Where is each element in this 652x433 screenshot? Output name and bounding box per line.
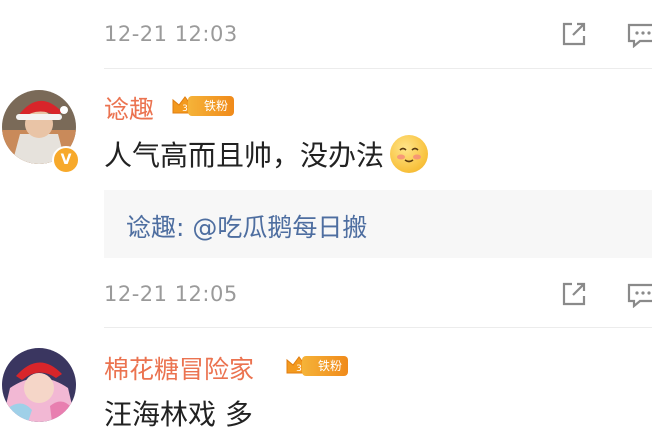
comment-icon <box>627 23 652 48</box>
fan-badge: 3 铁粉 <box>170 93 235 119</box>
comment-icon <box>627 283 652 308</box>
comment-body: 人气高而且帅，没办法 <box>104 134 429 174</box>
reply-quote-box[interactable]: 谂趣: @吃瓜鹅每日搬 <box>104 190 652 258</box>
share-button[interactable] <box>560 280 588 308</box>
divider <box>104 68 652 69</box>
blush-emoji-icon <box>390 135 429 173</box>
avatar-image <box>2 348 76 422</box>
comment-1: V <box>2 90 82 174</box>
comment-time: 12-21 12:05 <box>104 282 238 306</box>
fan-level: 3 <box>182 104 188 114</box>
avatar[interactable] <box>2 348 76 422</box>
comment-time: 12-21 12:03 <box>104 22 238 46</box>
share-button[interactable] <box>560 20 588 48</box>
comment-text: 人气高而且帅，没办法 <box>104 139 385 172</box>
comment-button[interactable] <box>626 282 652 308</box>
fan-badge-label: 铁粉 <box>302 356 349 376</box>
reply-quote-text[interactable]: 谂趣: @吃瓜鹅每日搬 <box>126 208 367 244</box>
username[interactable]: 谂趣 <box>104 90 154 126</box>
comment-button[interactable] <box>626 22 652 48</box>
comment-text: 汪海林戏 多 <box>104 398 253 431</box>
divider <box>104 327 652 328</box>
fan-badge-label: 铁粉 <box>188 96 235 116</box>
verified-badge-icon: V <box>52 146 80 174</box>
username[interactable]: 棉花糖冒险家 <box>104 350 254 386</box>
share-icon <box>562 282 586 306</box>
fan-level: 3 <box>296 364 302 374</box>
share-icon <box>562 22 586 46</box>
fan-badge: 3 铁粉 <box>284 353 349 379</box>
